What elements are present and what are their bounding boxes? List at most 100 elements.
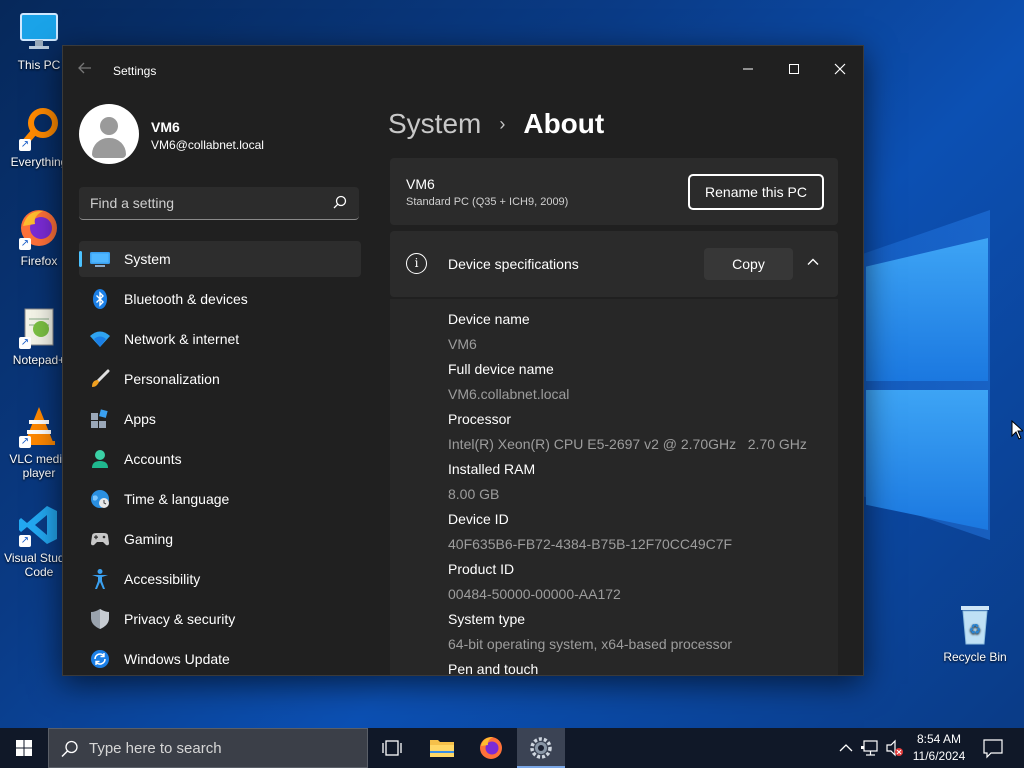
title-bar[interactable]: Settings bbox=[63, 46, 863, 94]
taskbar-firefox[interactable] bbox=[467, 728, 515, 768]
sidebar-item-personalization[interactable]: Personalization bbox=[79, 361, 361, 397]
sidebar-item-label: Accessibility bbox=[124, 571, 201, 587]
desktop-icon-recycle-bin[interactable]: ♻ Recycle Bin bbox=[939, 602, 1011, 664]
notepad-plus-plus-icon: ↗ bbox=[17, 305, 61, 349]
search-icon[interactable] bbox=[333, 195, 347, 209]
device-specifications-header[interactable]: i Device specifications Copy bbox=[390, 231, 838, 297]
bluetooth-icon bbox=[89, 288, 111, 310]
maximize-button[interactable] bbox=[771, 54, 817, 86]
spec-value: 8.00 GB bbox=[448, 486, 500, 502]
sidebar-item-label: Bluetooth & devices bbox=[124, 291, 248, 307]
taskbar-search-placeholder: Type here to search bbox=[89, 740, 222, 757]
device-specifications-body: Device name VM6 Full device name VM6.col… bbox=[390, 299, 838, 675]
system-display-icon bbox=[89, 248, 111, 270]
sidebar-item-label: Network & internet bbox=[124, 331, 240, 347]
info-icon: i bbox=[406, 253, 427, 274]
spec-row: Product ID 00484-50000-00000-AA172 bbox=[448, 557, 807, 607]
back-button[interactable] bbox=[77, 60, 99, 80]
spec-row: Processor Intel(R) Xeon(R) CPU E5-2697 v… bbox=[448, 407, 807, 457]
taskbar-settings[interactable] bbox=[517, 728, 565, 768]
accessibility-icon bbox=[89, 568, 111, 590]
shortcut-arrow-icon: ↗ bbox=[19, 436, 31, 448]
pc-name-card: VM6 Standard PC (Q35 + ICH9, 2009) Renam… bbox=[390, 158, 838, 225]
minimize-icon bbox=[743, 68, 753, 70]
pc-model: Standard PC (Q35 + ICH9, 2009) bbox=[406, 196, 569, 208]
notification-center-button[interactable] bbox=[976, 728, 1010, 768]
start-button[interactable] bbox=[0, 728, 48, 768]
spec-row: Pen and touch bbox=[448, 657, 807, 675]
search-input[interactable] bbox=[79, 187, 319, 218]
rename-pc-button[interactable]: Rename this PC bbox=[688, 174, 824, 210]
volume-tray-button[interactable] bbox=[884, 728, 906, 768]
spec-row: Installed RAM 8.00 GB bbox=[448, 457, 807, 507]
sidebar-item-label: Privacy & security bbox=[124, 611, 236, 627]
volume-muted-icon bbox=[886, 739, 903, 757]
vlc-icon: ↗ bbox=[17, 404, 61, 448]
firefox-icon: ↗ bbox=[17, 206, 61, 250]
clock-date: 11/6/2024 bbox=[912, 749, 966, 763]
sidebar-item-accessibility[interactable]: Accessibility bbox=[79, 561, 361, 597]
spec-row: System type 64-bit operating system, x64… bbox=[448, 607, 807, 657]
sidebar-item-privacy-security[interactable]: Privacy & security bbox=[79, 601, 361, 637]
settings-window: Settings VM6 VM6@collabnet.local System bbox=[62, 45, 864, 676]
copy-button[interactable]: Copy bbox=[704, 248, 793, 280]
spec-value: 00484-50000-00000-AA172 bbox=[448, 586, 621, 602]
show-hidden-icons-button[interactable] bbox=[836, 728, 856, 768]
sidebar-item-windows-update[interactable]: Windows Update bbox=[79, 641, 361, 675]
breadcrumb-parent-link[interactable]: System bbox=[388, 108, 481, 140]
notification-icon bbox=[983, 739, 1003, 759]
chevron-up-icon[interactable] bbox=[806, 255, 820, 269]
page-title: About bbox=[523, 108, 605, 139]
sidebar-item-label: Personalization bbox=[124, 371, 220, 387]
pc-name: VM6 bbox=[406, 176, 435, 192]
folder-icon bbox=[430, 740, 454, 757]
taskbar-search[interactable]: Type here to search bbox=[48, 728, 368, 768]
spec-value: VM6.collabnet.local bbox=[448, 386, 570, 402]
spec-label: Installed RAM bbox=[448, 461, 536, 477]
task-view-button[interactable] bbox=[368, 728, 416, 768]
shortcut-arrow-icon: ↗ bbox=[19, 337, 31, 349]
sidebar-item-apps[interactable]: Apps bbox=[79, 401, 361, 437]
shortcut-arrow-icon: ↗ bbox=[19, 139, 31, 151]
search-icon bbox=[61, 740, 78, 758]
gear-icon bbox=[530, 737, 552, 759]
spec-value: 40F635B6-FB72-4384-B75B-12F70CC49C7F bbox=[448, 536, 733, 552]
clock-time: 8:54 AM bbox=[916, 732, 962, 746]
minimize-button[interactable] bbox=[725, 54, 771, 86]
mouse-cursor-icon bbox=[1011, 419, 1024, 445]
sidebar-item-system[interactable]: System bbox=[79, 241, 361, 277]
windows-logo-icon bbox=[16, 740, 32, 756]
vscode-icon: ↗ bbox=[17, 503, 61, 547]
spec-label: Device name bbox=[448, 311, 530, 327]
computer-icon bbox=[17, 10, 61, 54]
task-view-icon bbox=[382, 740, 402, 756]
avatar[interactable] bbox=[79, 104, 139, 164]
sidebar-nav: System Bluetooth & devices Network & int… bbox=[79, 241, 361, 675]
close-icon bbox=[834, 63, 846, 75]
gamepad-icon bbox=[89, 528, 111, 550]
network-tray-button[interactable] bbox=[860, 728, 882, 768]
svg-text:♻: ♻ bbox=[969, 621, 982, 637]
sidebar-item-bluetooth[interactable]: Bluetooth & devices bbox=[79, 281, 361, 317]
close-button[interactable] bbox=[817, 54, 863, 86]
window-title: Settings bbox=[113, 64, 157, 78]
sidebar-item-label: Windows Update bbox=[124, 651, 230, 667]
spec-value: VM6 bbox=[448, 336, 477, 352]
sidebar-item-label: Time & language bbox=[124, 491, 230, 507]
spec-label: Product ID bbox=[448, 561, 515, 577]
sidebar-item-gaming[interactable]: Gaming bbox=[79, 521, 361, 557]
wifi-icon bbox=[89, 328, 111, 350]
settings-search[interactable] bbox=[79, 187, 359, 220]
sidebar-item-network[interactable]: Network & internet bbox=[79, 321, 361, 357]
maximize-icon bbox=[789, 64, 799, 74]
taskbar-clock[interactable]: 8:54 AM 11/6/2024 bbox=[904, 731, 974, 765]
sidebar-item-time-language[interactable]: Time & language bbox=[79, 481, 361, 517]
shortcut-arrow-icon: ↗ bbox=[19, 535, 31, 547]
everything-search-icon: ↗ bbox=[17, 107, 61, 151]
taskbar-file-explorer[interactable] bbox=[418, 728, 466, 768]
sidebar-item-accounts[interactable]: Accounts bbox=[79, 441, 361, 477]
sidebar-item-label: Gaming bbox=[124, 531, 174, 547]
sidebar-item-label: System bbox=[124, 251, 171, 267]
firefox-icon bbox=[480, 737, 502, 759]
profile-email: VM6@collabnet.local bbox=[151, 138, 264, 152]
